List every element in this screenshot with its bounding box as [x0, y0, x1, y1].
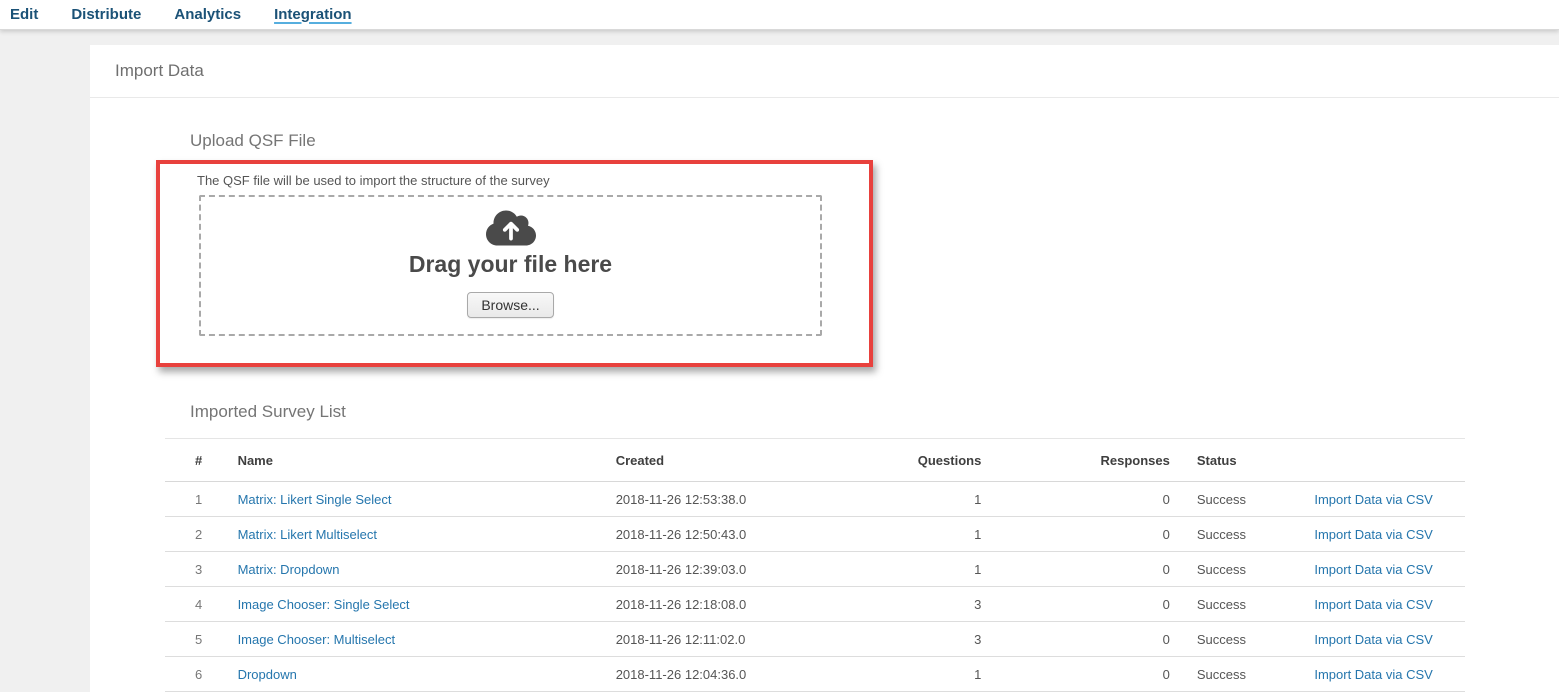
- import-data-via-csv-link[interactable]: Import Data via CSV: [1314, 562, 1433, 577]
- panel-header: Import Data: [90, 45, 1559, 98]
- header-action: [1286, 439, 1465, 482]
- row-number: 6: [165, 657, 238, 692]
- survey-top-nav: Edit Distribute Analytics Integration: [0, 0, 1559, 30]
- survey-name-link[interactable]: Matrix: Likert Multiselect: [238, 527, 377, 542]
- row-number: 4: [165, 587, 238, 622]
- survey-name-link[interactable]: Matrix: Dropdown: [238, 562, 340, 577]
- imported-survey-table: # Name Created Questions Responses Statu…: [165, 438, 1465, 692]
- header-status: Status: [1170, 439, 1287, 482]
- row-number: 5: [165, 622, 238, 657]
- tab-edit[interactable]: Edit: [10, 1, 38, 29]
- row-number: 1: [165, 482, 238, 517]
- row-questions: 1: [918, 482, 982, 517]
- row-questions: 3: [918, 587, 982, 622]
- row-status: Success: [1170, 552, 1287, 587]
- table-row: 6 Dropdown 2018-11-26 12:04:36.0 1 0 Suc…: [165, 657, 1465, 692]
- survey-name-link[interactable]: Image Chooser: Multiselect: [238, 632, 396, 647]
- header-created: Created: [616, 439, 918, 482]
- row-status: Success: [1170, 587, 1287, 622]
- file-dropzone[interactable]: Drag your file here Browse...: [199, 195, 822, 336]
- imported-survey-list-heading: Imported Survey List: [190, 402, 1559, 422]
- header-questions: Questions: [918, 439, 982, 482]
- tab-distribute[interactable]: Distribute: [71, 1, 141, 29]
- row-questions: 1: [918, 552, 982, 587]
- table-row: 1 Matrix: Likert Single Select 2018-11-2…: [165, 482, 1465, 517]
- page-title: Import Data: [115, 61, 204, 81]
- upload-description: The QSF file will be used to import the …: [197, 173, 869, 188]
- row-created: 2018-11-26 12:39:03.0: [616, 552, 918, 587]
- row-status: Success: [1170, 482, 1287, 517]
- table-row: 3 Matrix: Dropdown 2018-11-26 12:39:03.0…: [165, 552, 1465, 587]
- row-created: 2018-11-26 12:04:36.0: [616, 657, 918, 692]
- row-status: Success: [1170, 622, 1287, 657]
- row-responses: 0: [981, 622, 1170, 657]
- import-data-panel: Import Data Upload QSF File The QSF file…: [90, 45, 1559, 692]
- tab-integration[interactable]: Integration: [274, 1, 352, 29]
- panel-content: Upload QSF File The QSF file will be use…: [90, 98, 1559, 692]
- survey-name-link[interactable]: Matrix: Likert Single Select: [238, 492, 392, 507]
- row-questions: 1: [918, 517, 982, 552]
- row-number: 3: [165, 552, 238, 587]
- red-annotation-box: The QSF file will be used to import the …: [156, 160, 873, 367]
- row-responses: 0: [981, 517, 1170, 552]
- survey-name-link[interactable]: Dropdown: [238, 667, 297, 682]
- survey-name-link[interactable]: Image Chooser: Single Select: [238, 597, 410, 612]
- import-data-via-csv-link[interactable]: Import Data via CSV: [1314, 597, 1433, 612]
- row-responses: 0: [981, 587, 1170, 622]
- table-row: 4 Image Chooser: Single Select 2018-11-2…: [165, 587, 1465, 622]
- header-name: Name: [238, 439, 616, 482]
- browse-button[interactable]: Browse...: [467, 292, 553, 318]
- row-created: 2018-11-26 12:18:08.0: [616, 587, 918, 622]
- row-questions: 3: [918, 622, 982, 657]
- table-row: 5 Image Chooser: Multiselect 2018-11-26 …: [165, 622, 1465, 657]
- row-responses: 0: [981, 552, 1170, 587]
- import-data-via-csv-link[interactable]: Import Data via CSV: [1314, 667, 1433, 682]
- row-status: Success: [1170, 517, 1287, 552]
- import-data-via-csv-link[interactable]: Import Data via CSV: [1314, 527, 1433, 542]
- cloud-upload-icon: [485, 208, 537, 248]
- row-responses: 0: [981, 657, 1170, 692]
- row-number: 2: [165, 517, 238, 552]
- row-created: 2018-11-26 12:50:43.0: [616, 517, 918, 552]
- row-responses: 0: [981, 482, 1170, 517]
- row-created: 2018-11-26 12:11:02.0: [616, 622, 918, 657]
- row-created: 2018-11-26 12:53:38.0: [616, 482, 918, 517]
- upload-qsf-heading: Upload QSF File: [190, 98, 1559, 151]
- row-status: Success: [1170, 657, 1287, 692]
- table-row: 2 Matrix: Likert Multiselect 2018-11-26 …: [165, 517, 1465, 552]
- import-data-via-csv-link[interactable]: Import Data via CSV: [1314, 632, 1433, 647]
- header-responses: Responses: [981, 439, 1170, 482]
- drag-file-label: Drag your file here: [409, 251, 612, 278]
- row-questions: 1: [918, 657, 982, 692]
- table-header-row: # Name Created Questions Responses Statu…: [165, 439, 1465, 482]
- header-number: #: [165, 439, 238, 482]
- tab-analytics[interactable]: Analytics: [174, 1, 241, 29]
- import-data-via-csv-link[interactable]: Import Data via CSV: [1314, 492, 1433, 507]
